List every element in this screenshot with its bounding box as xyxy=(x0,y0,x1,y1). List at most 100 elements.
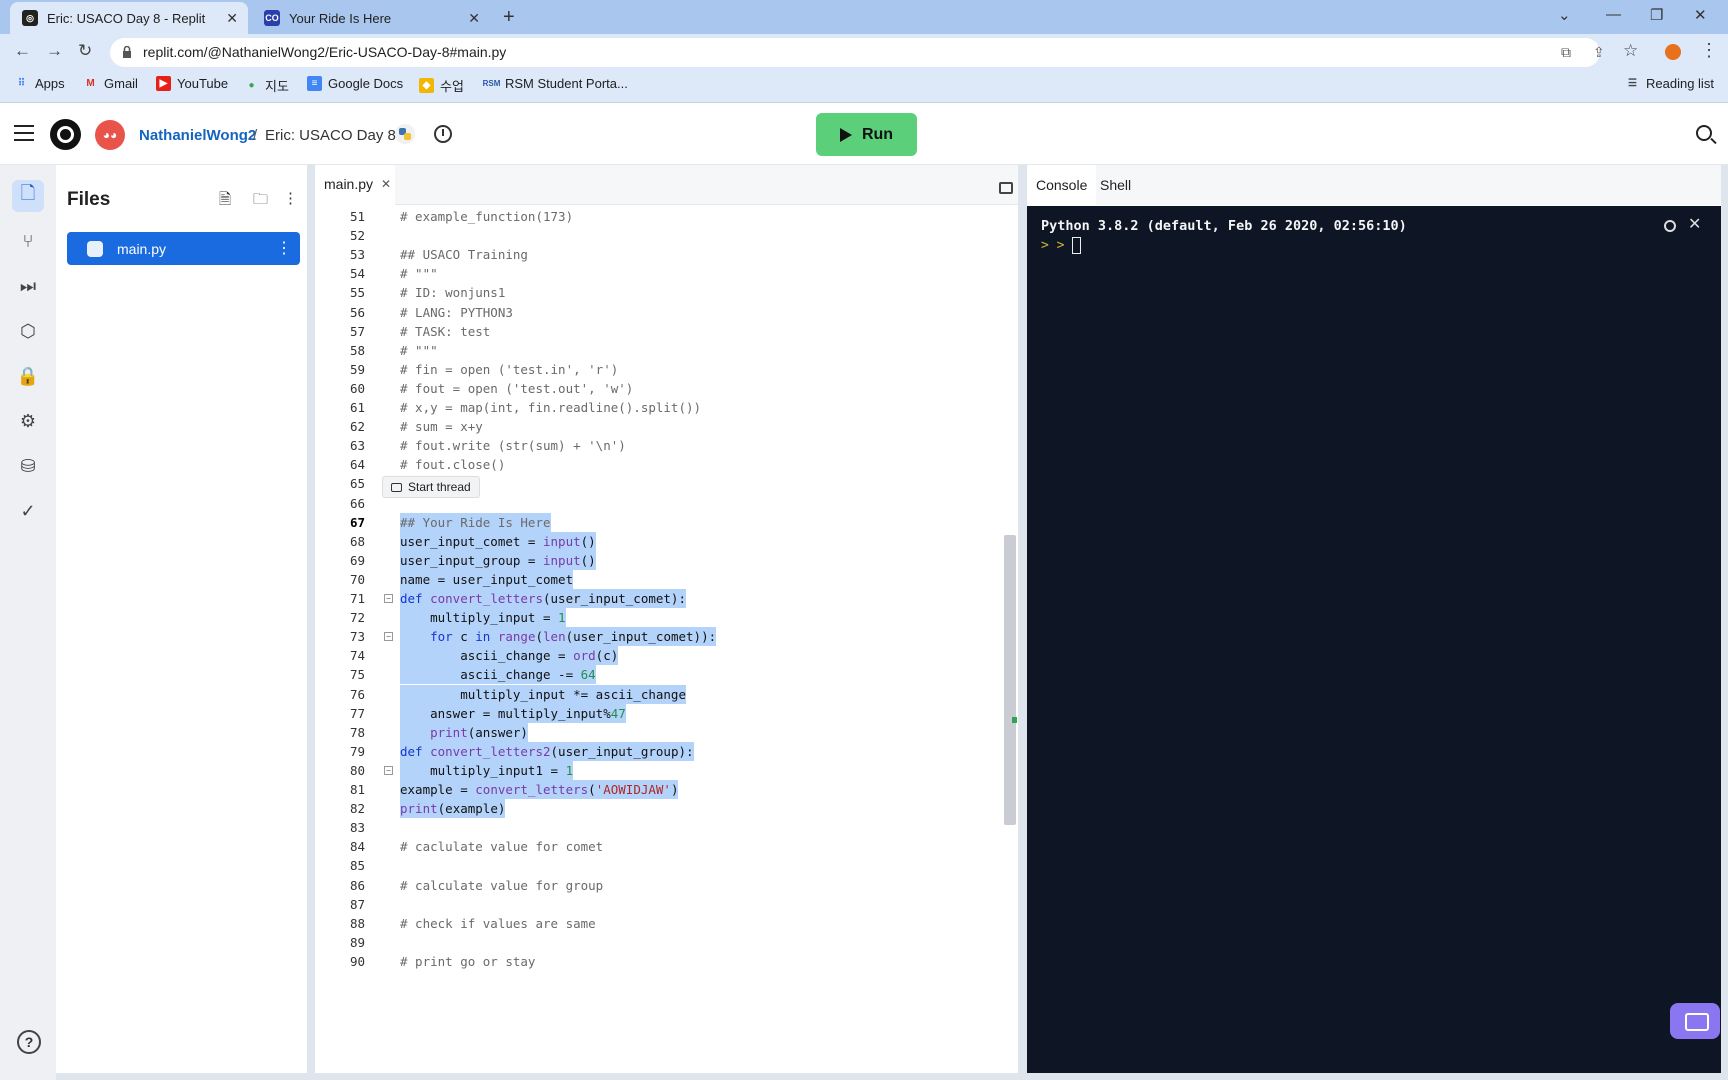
files-title: Files xyxy=(67,189,111,210)
editor-layout-icon[interactable] xyxy=(999,182,1013,194)
history-icon[interactable] xyxy=(434,125,452,143)
tab-main-py[interactable]: main.py ✕ xyxy=(315,165,395,205)
open-external-icon[interactable]: ⧉ xyxy=(1561,44,1571,61)
files-menu-icon[interactable]: ⋮ xyxy=(283,189,298,207)
line-number: 63 xyxy=(349,438,365,454)
code-line: # """ xyxy=(400,266,438,282)
gmail-icon: M xyxy=(86,78,95,89)
debugger-icon[interactable]: ⏭ xyxy=(12,270,44,302)
close-tab-icon[interactable]: ✕ xyxy=(226,10,238,27)
breadcrumb-separator: / xyxy=(253,127,258,144)
window-close-icon[interactable]: ✕ xyxy=(1694,6,1707,24)
bookmark-apps[interactable]: ⠿ Apps xyxy=(14,76,65,91)
lock-icon xyxy=(123,46,131,58)
code-line: print(example) xyxy=(400,799,506,819)
packages-icon[interactable]: ⬡ xyxy=(12,315,44,347)
bookmark-youtube[interactable]: ▶ YouTube xyxy=(156,76,228,91)
extension-icon[interactable] xyxy=(1665,44,1681,60)
line-number: 87 xyxy=(349,896,365,912)
file-options-icon[interactable]: ⋮ xyxy=(276,238,292,258)
line-number: 74 xyxy=(349,648,365,664)
bookmark-rsm[interactable]: RSM RSM Student Porta... xyxy=(482,76,628,91)
tab-shell[interactable]: Shell xyxy=(1091,165,1140,205)
tooltip-label: Start thread xyxy=(408,480,471,494)
python-language-icon[interactable] xyxy=(395,124,415,144)
bookmark-google-docs[interactable]: ≡ Google Docs xyxy=(307,76,403,91)
code-line: # calculate value for group xyxy=(400,877,604,893)
username-link[interactable]: NathanielWong2 xyxy=(139,127,256,144)
console-search-icon[interactable] xyxy=(1664,220,1676,232)
comment-icon xyxy=(391,482,402,492)
code-line: # TASK: test xyxy=(400,323,491,339)
code-line: multiply_input = 1 xyxy=(400,608,566,628)
file-item-main-py[interactable]: main.py ⋮ xyxy=(67,232,300,265)
reload-icon[interactable]: ↻ xyxy=(78,41,92,61)
files-icon[interactable]: 🗋 xyxy=(12,180,44,212)
code-editor: main.py ✕ 51 # example_function(173) 52 53 ##… xyxy=(315,165,1018,1073)
console-prompt: > > xyxy=(1041,238,1065,253)
browser-tab-usaco[interactable]: CO Your Ride Is Here ✕ xyxy=(252,2,490,34)
code-line: def convert_letters2(user_input_group): xyxy=(400,741,694,761)
code-line: ascii_change -= 64 xyxy=(400,665,596,685)
code-area[interactable]: 51 # example_function(173) 52 53 ## USACO Tr… xyxy=(315,205,1018,1073)
replit-header: ◕◕ NathanielWong2 / Eric: USACO Day 8 Ru… xyxy=(0,103,1728,165)
line-number: 70 xyxy=(349,571,365,587)
code-line: answer = multiply_input%47 xyxy=(400,703,626,723)
back-arrow-icon[interactable]: ← xyxy=(14,41,31,61)
bookmark-label: RSM Student Porta... xyxy=(505,76,628,91)
console-close-icon[interactable]: ✕ xyxy=(1688,214,1701,234)
run-button[interactable]: Run xyxy=(816,113,917,156)
docs-icon: ≡ xyxy=(307,76,322,91)
version-control-icon[interactable]: ⑂ xyxy=(12,225,44,257)
unit-tests-check-icon[interactable]: ✓ xyxy=(12,495,44,527)
replit-logo[interactable] xyxy=(50,119,81,150)
fold-toggle-icon[interactable]: − xyxy=(384,632,393,642)
rsm-icon: RSM xyxy=(482,79,501,88)
line-number: 53 xyxy=(349,247,365,263)
line-number: 77 xyxy=(349,705,365,721)
bookmark-label: Apps xyxy=(35,76,65,91)
reading-list[interactable]: ☰ Reading list xyxy=(1625,76,1714,91)
bookmark-star-icon[interactable]: ☆ xyxy=(1623,41,1638,61)
restore-icon[interactable]: ❐ xyxy=(1650,6,1663,24)
minimize-icon[interactable]: — xyxy=(1606,6,1621,23)
fold-toggle-icon[interactable]: − xyxy=(384,594,393,603)
hamburger-menu-icon[interactable] xyxy=(14,125,34,146)
address-bar[interactable]: replit.com/@NathanielWong2/Eric-USACO-Da… xyxy=(110,38,1605,67)
chat-icon[interactable] xyxy=(1670,1003,1720,1039)
browser-tab-replit[interactable]: ◎ Eric: USACO Day 8 - Replit ✕ xyxy=(10,2,248,34)
database-icon[interactable]: ⛁ xyxy=(12,450,44,482)
line-number: 81 xyxy=(349,782,365,797)
line-number: 54 xyxy=(349,266,365,282)
editor-scrollbar[interactable] xyxy=(1004,535,1016,825)
bookmark-maps[interactable]: ● 지도 xyxy=(244,76,288,95)
tab-console[interactable]: Console xyxy=(1027,165,1097,205)
bookmark-label: Gmail xyxy=(104,76,138,91)
search-icon[interactable] xyxy=(1696,125,1712,141)
map-pin-icon: ● xyxy=(248,80,255,91)
bookmark-classroom[interactable]: ◆ 수업 xyxy=(419,76,464,95)
help-icon[interactable]: ? xyxy=(17,1030,41,1054)
terminal[interactable]: Python 3.8.2 (default, Feb 26 2020, 02:5… xyxy=(1027,206,1721,1073)
run-label: Run xyxy=(861,125,894,143)
avatar[interactable]: ◕◕ xyxy=(95,120,125,150)
tab-search-chevron-icon[interactable]: ⌄ xyxy=(1558,6,1571,24)
new-file-icon[interactable]: 🗎 xyxy=(219,189,231,214)
settings-gear-icon[interactable]: ⚙ xyxy=(12,405,44,437)
code-line: # check if values are same xyxy=(400,915,596,931)
code-line: # fin = open ('test.in', 'r') xyxy=(400,361,619,377)
bookmark-gmail[interactable]: M Gmail xyxy=(83,76,138,91)
browser-menu-icon[interactable]: ⋮ xyxy=(1700,40,1718,61)
code-line: ascii_change = ord(c) xyxy=(400,646,619,666)
address-toolbar: ← → ↻ replit.com/@NathanielWong2/Eric-US… xyxy=(0,34,1728,71)
secrets-lock-icon[interactable]: 🔒 xyxy=(12,360,44,392)
close-tab-icon[interactable]: ✕ xyxy=(468,10,480,27)
repl-name[interactable]: Eric: USACO Day 8 xyxy=(265,127,396,144)
new-folder-icon[interactable]: 🗀 xyxy=(253,189,268,214)
close-tab-icon[interactable]: ✕ xyxy=(381,177,391,191)
fold-toggle-icon[interactable]: − xyxy=(384,765,393,775)
start-thread-tooltip[interactable]: Start thread xyxy=(382,476,480,498)
new-tab-icon[interactable]: + xyxy=(503,6,515,29)
forward-arrow-icon[interactable]: → xyxy=(46,41,63,61)
share-icon[interactable]: ⇪ xyxy=(1593,44,1605,61)
